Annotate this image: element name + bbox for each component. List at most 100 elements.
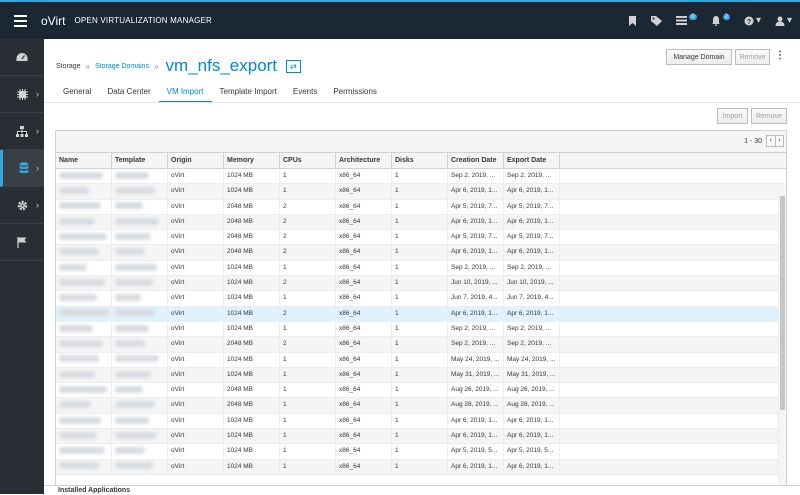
breadcrumb-storage-domains[interactable]: Storage Domains — [95, 63, 149, 70]
table-row[interactable]: oVirt 2048 MB 2 x86_64 1 Apr 6, 2019, 1... Apr… — [56, 245, 786, 261]
table-row[interactable]: oVirt 1024 MB 2 x86_64 1 Jun 10, 2019, ... Jun… — [56, 276, 786, 292]
nav-dashboard[interactable] — [0, 39, 44, 76]
import-button[interactable]: Import — [717, 108, 748, 124]
scrollbar-thumb[interactable] — [780, 196, 785, 410]
table-row[interactable]: oVirt 2048 MB 2 x86_64 1 Apr 5, 2019, 7... Apr… — [56, 199, 786, 215]
template-cell — [112, 367, 168, 383]
next-page-icon[interactable]: › — [774, 136, 784, 146]
tab-vm-import[interactable]: VM Import — [158, 84, 212, 103]
pagination: 1 - 30 ‹ › — [744, 135, 784, 147]
prev-page-icon[interactable]: ‹ — [767, 136, 775, 146]
table-row[interactable]: oVirt 1024 MB 1 x86_64 1 May 31, 2019, ... May… — [56, 367, 786, 384]
table-row[interactable]: oVirt 2048 MB 2 x86_64 1 Apr 5, 2019, 7... Apr… — [56, 230, 786, 246]
vm-name-cell — [56, 230, 112, 245]
bookmark-icon[interactable] — [628, 15, 637, 26]
tab-general[interactable]: General — [55, 84, 99, 103]
table-row[interactable]: oVirt 1024 MB 1 x86_64 1 Jun 7, 2019, 4... Jun… — [56, 291, 786, 307]
breadcrumb-storage[interactable]: Storage — [56, 63, 81, 70]
main-content: Storage » Storage Domains » vm_nfs_expor… — [44, 39, 800, 494]
memory-cell: 1024 MB — [224, 429, 280, 444]
export-date-cell: May 24, 2019, ... — [504, 352, 560, 367]
export-date-cell: Sep 2, 2019, ... — [504, 169, 560, 184]
user-icon[interactable]: ▾ — [775, 15, 792, 26]
cpus-cell: 1 — [280, 352, 336, 367]
creation-date-cell: Apr 6, 2019, 1... — [448, 459, 504, 474]
nav-administration[interactable]: › — [0, 187, 44, 224]
tab-events[interactable]: Events — [285, 84, 325, 103]
creation-date-cell: May 24, 2019, ... — [448, 352, 504, 367]
table-row[interactable]: oVirt 1024 MB 1 x86_64 1 Apr 6, 2019, 1... Apr… — [56, 413, 786, 430]
column-header-origin[interactable]: Origin — [168, 153, 224, 168]
tab-template-import[interactable]: Template Import — [212, 84, 285, 103]
architecture-cell: x86_64 — [336, 276, 392, 291]
nav-storage[interactable]: › — [0, 150, 44, 187]
column-header-disks[interactable]: Disks — [392, 153, 448, 168]
table-row[interactable]: oVirt 1024 MB 1 x86_64 1 Apr 6, 2019, 1... Apr… — [56, 184, 786, 200]
column-header-memory[interactable]: Memory — [224, 153, 280, 168]
remove-button[interactable]: Remove — [751, 108, 787, 124]
breadcrumb-separator: » — [154, 61, 159, 71]
vm-name-cell — [56, 429, 112, 444]
creation-date-cell: Jun 10, 2019, ... — [448, 276, 504, 291]
architecture-cell: x86_64 — [336, 444, 392, 459]
dashboard-icon — [16, 53, 28, 61]
table-row[interactable]: oVirt 2048 MB 2 x86_64 1 Sep 2, 2019, ... Sep … — [56, 337, 786, 353]
manage-domain-button[interactable]: Manage Domain — [666, 49, 732, 65]
remove-domain-button[interactable]: Remove — [735, 49, 770, 65]
table-row[interactable]: oVirt 1024 MB 1 x86_64 1 May 24, 2019, ... May… — [56, 352, 786, 368]
cpus-cell: 1 — [280, 413, 336, 429]
hamburger-menu-icon[interactable] — [0, 2, 40, 39]
help-icon[interactable]: ? ▾ — [744, 15, 761, 26]
creation-date-cell: Apr 6, 2019, 1... — [448, 214, 504, 230]
disks-cell: 1 — [392, 459, 448, 474]
nav-compute[interactable]: › — [0, 76, 44, 113]
table-row[interactable]: oVirt 2048 MB 1 x86_64 1 Aug 28, 2019, ... Aug… — [56, 398, 786, 414]
template-cell — [112, 321, 168, 337]
switch-icon[interactable]: ⇄ — [286, 59, 302, 73]
nav-events[interactable] — [0, 224, 44, 261]
table-row[interactable]: oVirt 1024 MB 2 x86_64 1 Apr 6, 2019, 1... Apr… — [56, 306, 786, 322]
table-row[interactable]: oVirt 1024 MB 1 x86_64 1 Sep 2, 2019, ... Sep … — [56, 260, 786, 277]
table-row[interactable]: oVirt 2048 MB 1 x86_64 1 Aug 26, 2019, ... Aug… — [56, 383, 786, 399]
disks-cell: 1 — [392, 352, 448, 367]
column-header-template[interactable]: Template — [112, 153, 168, 168]
table-row[interactable]: oVirt 1024 MB 1 x86_64 1 Apr 6, 2019, 1... Apr… — [56, 429, 786, 445]
creation-date-cell: Apr 5, 2019, 5... — [448, 444, 504, 459]
table-row[interactable]: oVirt 1024 MB 1 x86_64 1 Apr 5, 2019, 5... Apr… — [56, 444, 786, 460]
table-row[interactable]: oVirt 1024 MB 1 x86_64 1 Apr 6, 2019, 1... Apr… — [56, 459, 786, 475]
column-header-creation-date[interactable]: Creation Date — [448, 153, 504, 168]
vm-name-cell — [56, 398, 112, 413]
tab-data-center[interactable]: Data Center — [99, 84, 158, 103]
column-header-architecture[interactable]: Architecture — [336, 153, 392, 168]
brand[interactable]: oVirt OPEN VIRTUALIZATION MANAGER — [41, 14, 212, 28]
bell-icon[interactable]: 2 — [711, 13, 730, 26]
creation-date-cell: Apr 6, 2019, 1... — [448, 429, 504, 444]
column-header-cpus[interactable]: CPUs — [280, 153, 336, 168]
kebab-menu-icon[interactable]: ⋮ — [775, 50, 785, 61]
column-header-name[interactable]: Name — [56, 153, 112, 168]
table-row[interactable]: oVirt 1024 MB 1 x86_64 1 Sep 2, 2019, ... Sep … — [56, 321, 786, 338]
origin-cell: oVirt — [168, 260, 224, 276]
vertical-scrollbar[interactable] — [778, 190, 786, 485]
nav-network[interactable]: › — [0, 113, 44, 150]
disks-cell: 1 — [392, 306, 448, 321]
architecture-cell: x86_64 — [336, 459, 392, 474]
chevron-right-icon: › — [36, 89, 39, 99]
vm-name-cell — [56, 383, 112, 398]
vm-name-cell — [56, 245, 112, 260]
cpus-cell: 1 — [280, 444, 336, 459]
table-row[interactable]: oVirt 1024 MB 1 x86_64 1 Sep 2, 2019, ... Sep … — [56, 169, 786, 185]
cpus-cell: 1 — [280, 321, 336, 337]
tasks-icon[interactable]: 0 — [676, 13, 697, 25]
tag-icon[interactable] — [651, 15, 663, 26]
vm-name-cell — [56, 184, 112, 199]
table-row[interactable]: oVirt 2048 MB 2 x86_64 1 Apr 6, 2019, 1... Apr… — [56, 214, 786, 231]
tab-permissions[interactable]: Permissions — [325, 84, 385, 103]
vm-name-cell — [56, 413, 112, 429]
origin-cell: oVirt — [168, 337, 224, 352]
memory-cell: 2048 MB — [224, 337, 280, 352]
column-header-export-date[interactable]: Export Date — [504, 153, 560, 168]
template-cell — [112, 291, 168, 306]
gear-icon — [17, 200, 27, 210]
memory-cell: 1024 MB — [224, 169, 280, 184]
